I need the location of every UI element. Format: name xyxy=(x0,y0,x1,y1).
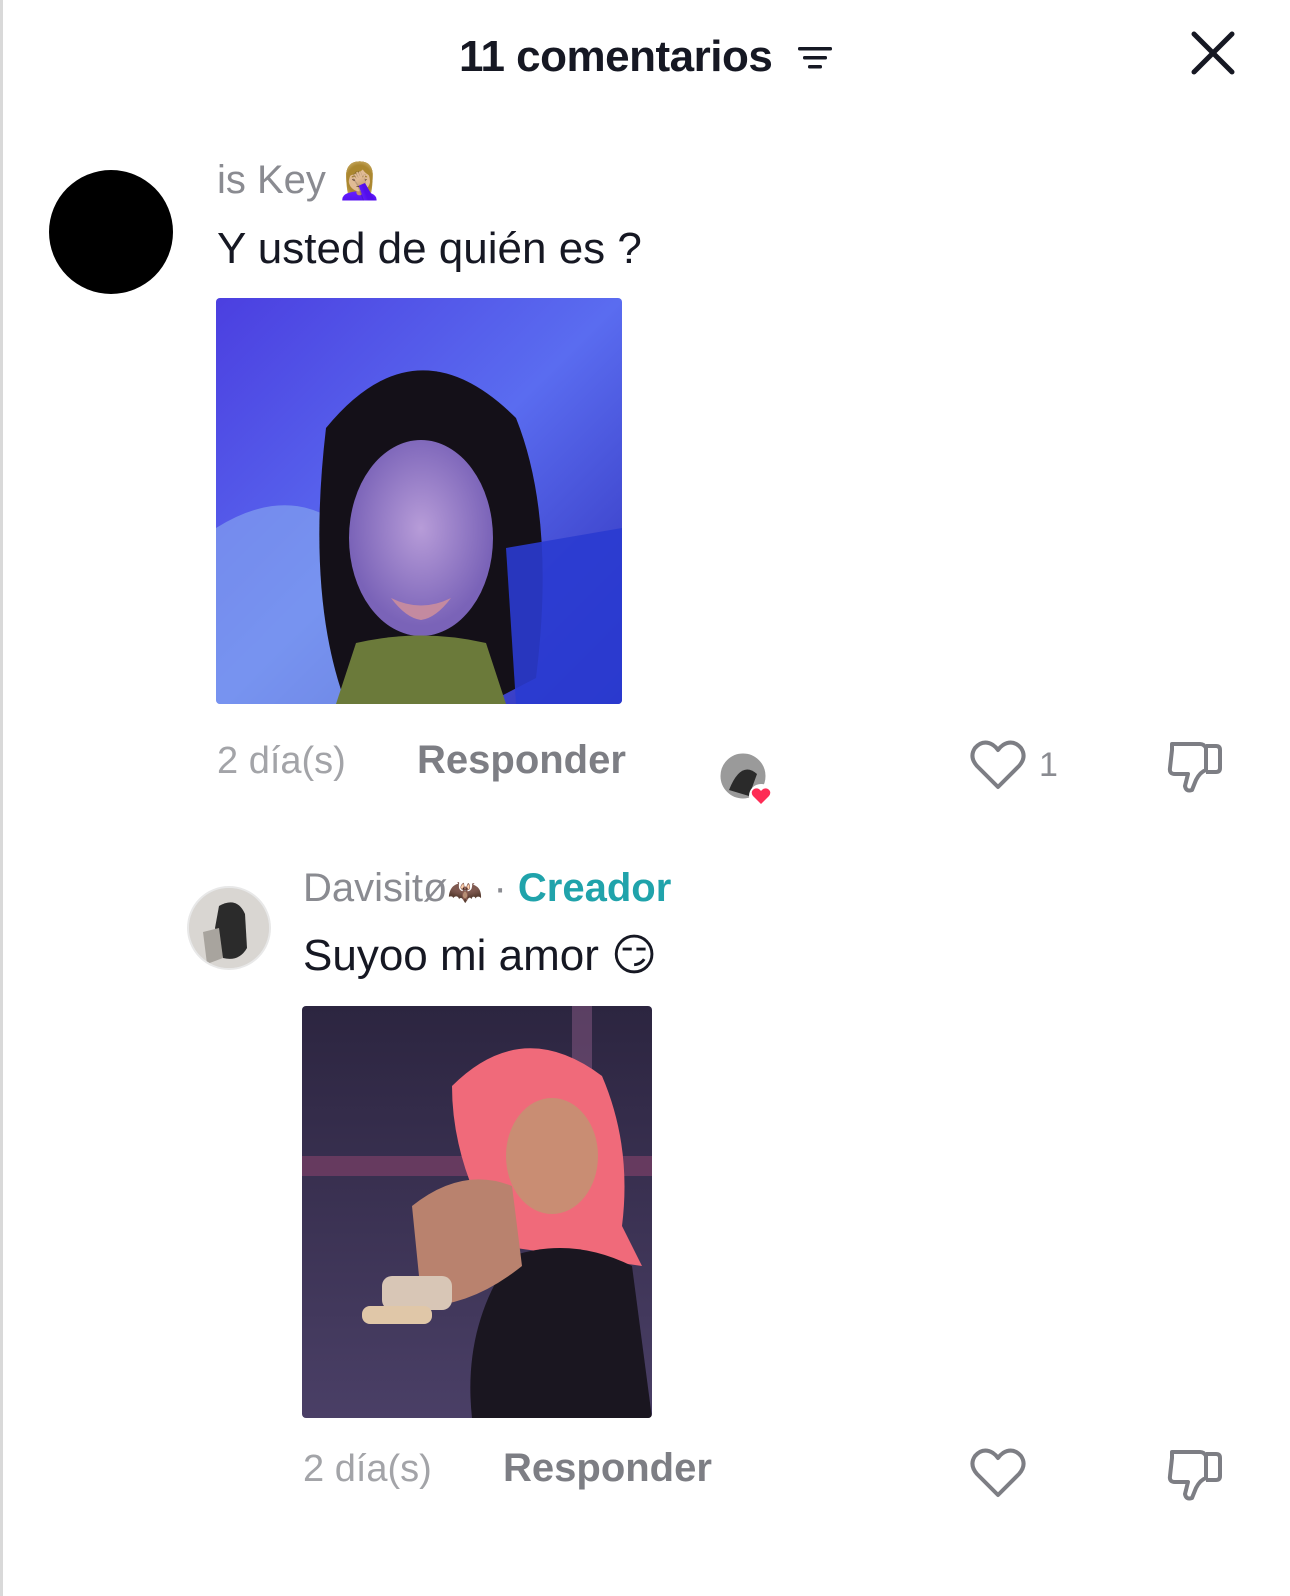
thumbs-down-icon xyxy=(1167,1450,1222,1501)
comments-sheet: 11 comentarios is Key 🤦🏼‍♀️ Y usted de q… xyxy=(0,0,1290,1596)
comment-image[interactable] xyxy=(302,1006,652,1418)
creator-liked-badge xyxy=(717,750,773,808)
thumbs-down-icon xyxy=(1167,742,1222,793)
facepalm-emoji-icon: 🤦🏼‍♀️ xyxy=(337,160,382,201)
reply-button[interactable]: Responder xyxy=(417,738,626,783)
like-count: 1 xyxy=(1039,746,1058,784)
separator-dot: · xyxy=(493,866,507,910)
comment-text: Suyoo mi amor 😏 xyxy=(303,930,657,981)
reply-button[interactable]: Responder xyxy=(503,1446,712,1491)
heart-outline-icon xyxy=(970,740,1026,789)
username-text: Davisitø xyxy=(303,866,448,910)
avatar[interactable] xyxy=(187,886,271,970)
like-button[interactable] xyxy=(969,1446,1027,1505)
comment-image[interactable] xyxy=(216,298,622,704)
username-text: is Key xyxy=(217,158,326,202)
close-icon xyxy=(1191,31,1235,75)
dislike-button[interactable] xyxy=(1166,736,1224,801)
comment-username[interactable]: Davisitø🦇 · Creador xyxy=(303,866,671,911)
close-button[interactable] xyxy=(1188,28,1238,78)
comment-text: Y usted de quién es ? xyxy=(217,224,642,273)
creator-badge: Creador xyxy=(517,866,672,910)
comment-timestamp: 2 día(s) xyxy=(217,740,346,782)
comments-count-label: 11 comentarios xyxy=(458,32,773,81)
comments-title: 11 comentarios xyxy=(3,32,1290,84)
heart-outline-icon xyxy=(970,1448,1026,1497)
bat-emoji-icon: 🦇 xyxy=(447,876,483,907)
comment-timestamp: 2 día(s) xyxy=(303,1448,432,1490)
comment-text-content: Suyoo mi amor xyxy=(303,931,599,980)
comment-username[interactable]: is Key 🤦🏼‍♀️ xyxy=(217,158,382,203)
dislike-button[interactable] xyxy=(1166,1444,1224,1509)
filter-icon[interactable] xyxy=(796,34,834,84)
comments-header: 11 comentarios xyxy=(3,0,1290,110)
smirk-emoji-icon: 😏 xyxy=(611,931,657,980)
avatar[interactable] xyxy=(49,170,173,294)
like-button[interactable] xyxy=(969,738,1027,797)
